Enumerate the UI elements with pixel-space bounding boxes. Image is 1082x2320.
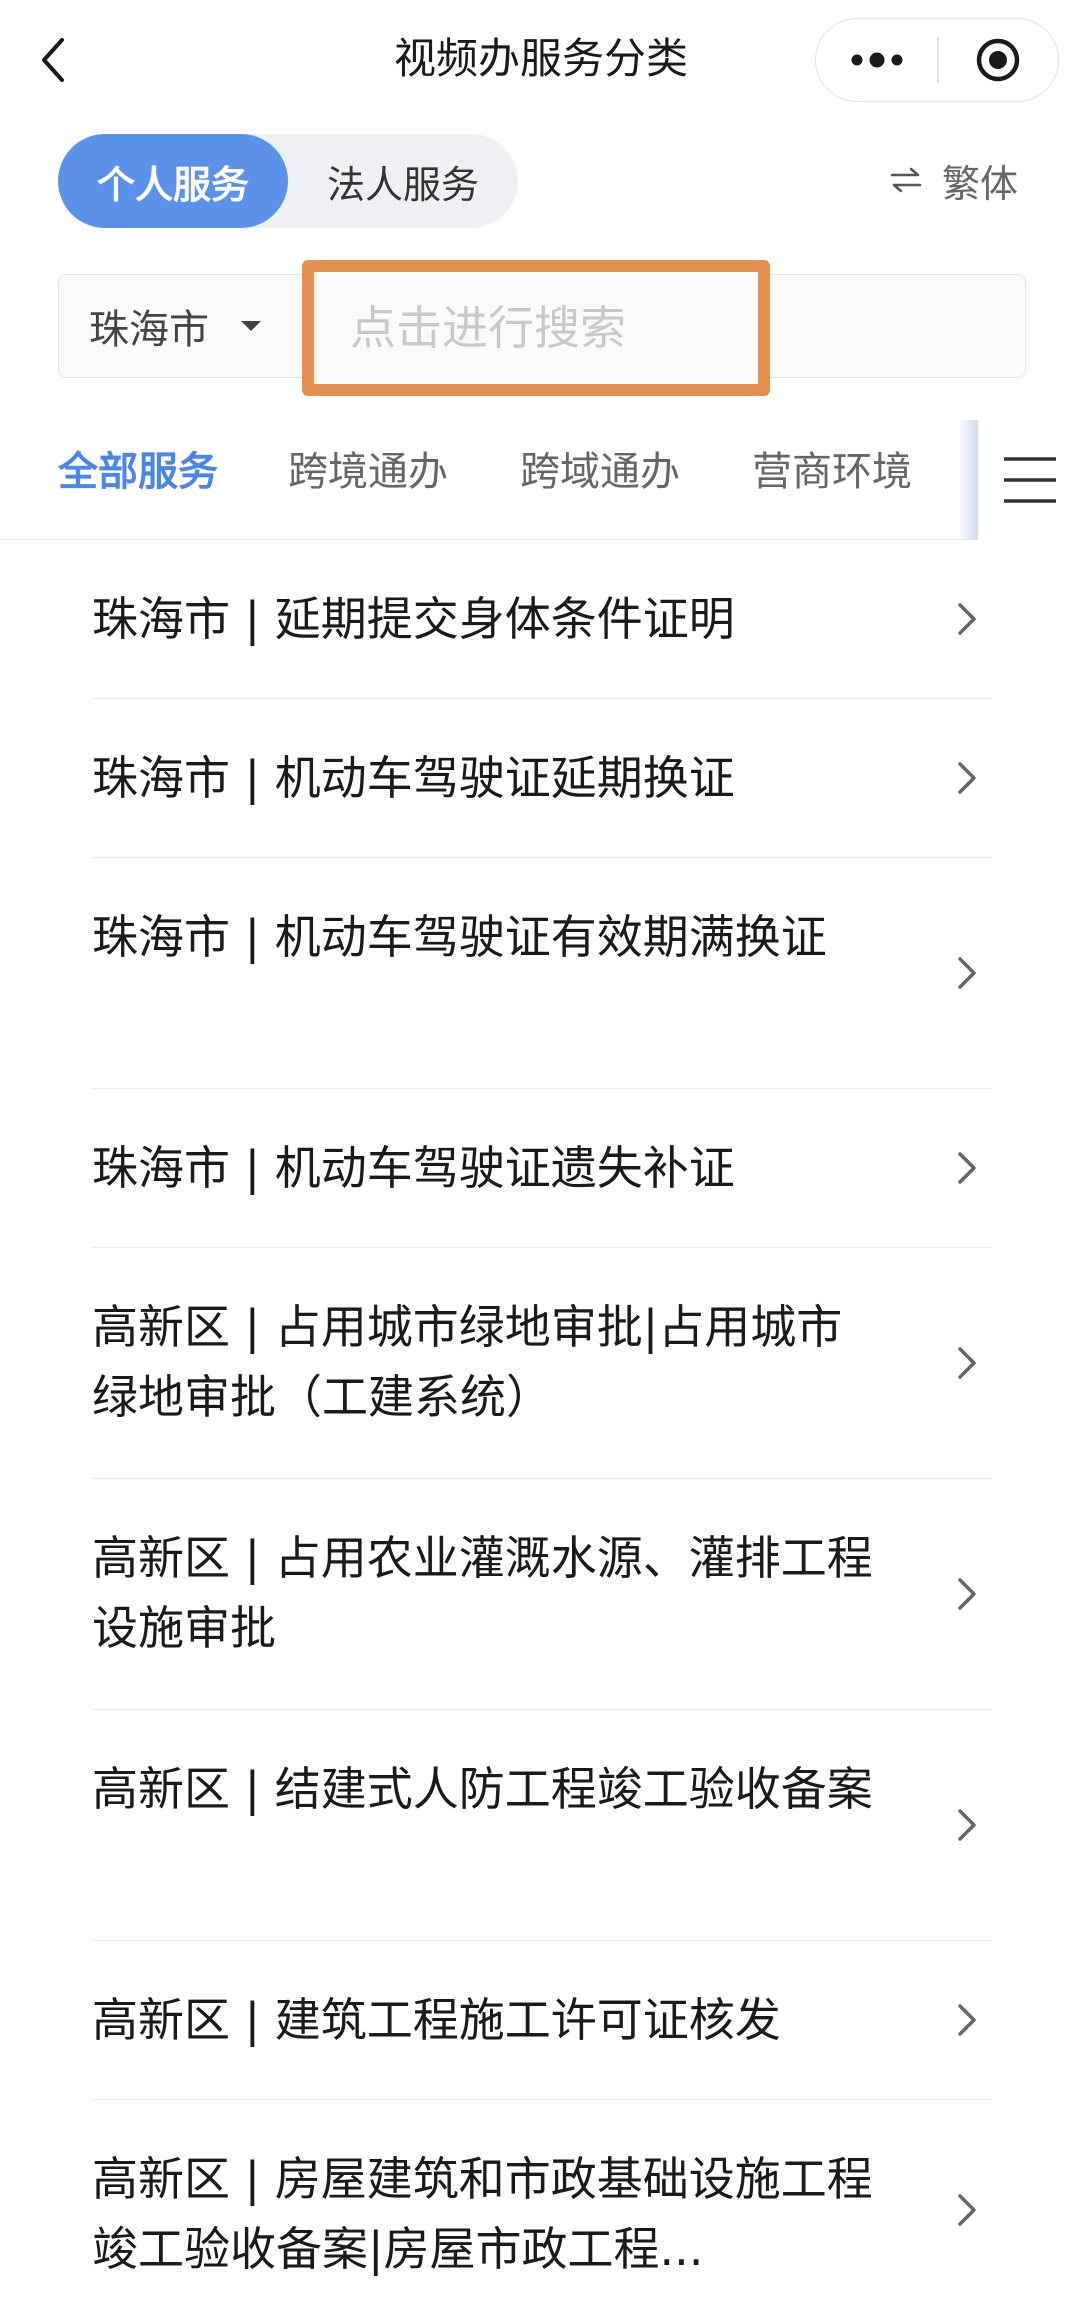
- hamburger-menu-icon: [1004, 457, 1056, 503]
- chevron-right-icon: [958, 2004, 976, 2036]
- chevron-right-icon: [958, 1152, 976, 1184]
- tab-cross-region[interactable]: 跨域通办: [520, 442, 680, 502]
- list-item-label: 珠海市 | 机动车驾驶证有效期满换证: [92, 910, 827, 964]
- list-item[interactable]: 高新区 | 结建式人防工程竣工验收备案: [92, 1710, 992, 1941]
- tab-cross-border[interactable]: 跨境通办: [288, 442, 448, 502]
- list-item-label: 珠海市 | 机动车驾驶证遗失补证: [92, 1141, 735, 1195]
- list-item-label: 高新区 | 占用农业灌溉水源、灌排工程设施审批: [92, 1531, 873, 1655]
- list-item[interactable]: 高新区 | 建筑工程施工许可证核发: [92, 1941, 992, 2100]
- tab-all-services[interactable]: 全部服务: [58, 442, 218, 502]
- list-item[interactable]: 高新区 | 占用农业灌溉水源、灌排工程设施审批: [92, 1479, 992, 1710]
- corporate-service-tab[interactable]: 法人服务: [288, 134, 518, 228]
- traditional-chinese-toggle[interactable]: 繁体: [890, 150, 1018, 210]
- list-item-label: 高新区 | 房屋建筑和市政基础设施工程竣工验收备案|房屋市政工程...: [92, 2152, 873, 2276]
- chevron-right-icon: [958, 1347, 976, 1379]
- more-button[interactable]: [816, 19, 937, 101]
- list-item-label: 珠海市 | 延期提交身体条件证明: [92, 592, 735, 646]
- list-item-label: 高新区 | 结建式人防工程竣工验收备案: [92, 1762, 873, 1816]
- chevron-right-icon: [958, 2194, 976, 2226]
- category-tabs: 全部服务 跨境通办 跨域通办 营商环境: [0, 420, 1082, 540]
- list-item[interactable]: 高新区 | 房屋建筑和市政基础设施工程竣工验收备案|房屋市政工程...: [92, 2100, 992, 2320]
- service-type-toggle: 个人服务 法人服务: [58, 134, 518, 228]
- search-input[interactable]: [348, 272, 728, 384]
- personal-service-tab[interactable]: 个人服务: [58, 134, 288, 228]
- mini-program-capsule: [815, 18, 1059, 102]
- chevron-right-icon: [958, 603, 976, 635]
- list-item-label: 高新区 | 建筑工程施工许可证核发: [92, 1993, 781, 2047]
- close-circle-icon: [977, 38, 1020, 82]
- swap-arrows-icon: [890, 167, 922, 193]
- list-item[interactable]: 珠海市 | 延期提交身体条件证明: [92, 540, 992, 699]
- list-item-label: 高新区 | 占用城市绿地审批|占用城市绿地审批（工建系统）: [92, 1300, 843, 1424]
- tab-business-environment[interactable]: 营商环境: [752, 442, 912, 502]
- chevron-right-icon: [958, 957, 976, 989]
- city-label: 珠海市: [89, 307, 209, 353]
- caret-down-icon: [241, 321, 261, 331]
- list-item[interactable]: 珠海市 | 机动车驾驶证延期换证: [92, 699, 992, 858]
- tabs-scroll-fade: [960, 420, 978, 540]
- more-dots-icon: [851, 52, 902, 68]
- category-menu-button[interactable]: [978, 420, 1082, 540]
- list-item[interactable]: 珠海市 | 机动车驾驶证有效期满换证: [92, 858, 992, 1089]
- chevron-right-icon: [958, 1578, 976, 1610]
- list-item-label: 珠海市 | 机动车驾驶证延期换证: [92, 751, 735, 805]
- city-selector[interactable]: 珠海市: [89, 275, 263, 377]
- chevron-right-icon: [958, 762, 976, 794]
- search-box-highlight: [302, 260, 770, 396]
- nav-bar: 视频办服务分类: [0, 0, 1082, 122]
- chevron-right-icon: [958, 1809, 976, 1841]
- close-button[interactable]: [939, 19, 1059, 101]
- service-list: 珠海市 | 延期提交身体条件证明 珠海市 | 机动车驾驶证延期换证 珠海市 | …: [92, 540, 992, 2320]
- traditional-label: 繁体: [942, 161, 1019, 206]
- list-item[interactable]: 珠海市 | 机动车驾驶证遗失补证: [92, 1089, 992, 1248]
- list-item[interactable]: 高新区 | 占用城市绿地审批|占用城市绿地审批（工建系统）: [92, 1248, 992, 1479]
